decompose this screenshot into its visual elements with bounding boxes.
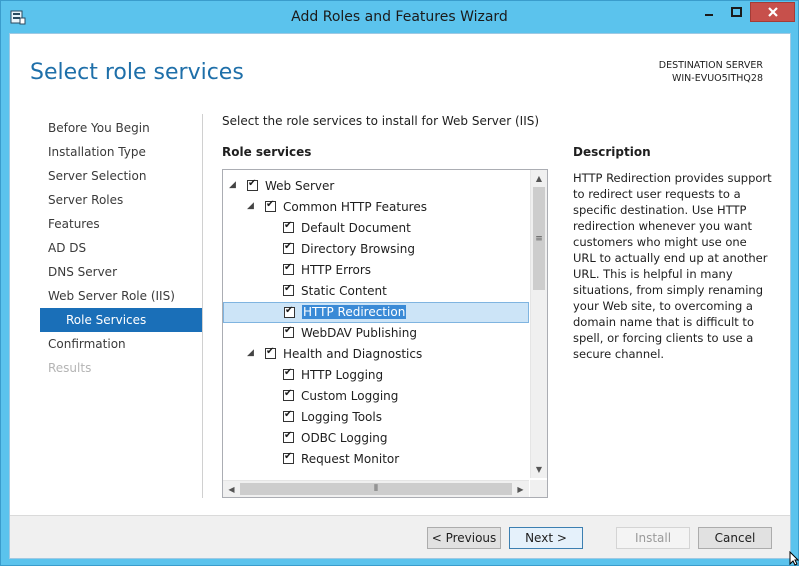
tree-item-label: Custom Logging <box>301 389 399 403</box>
nav-item-dns-server[interactable]: DNS Server <box>40 260 202 284</box>
nav-item-before-you-begin[interactable]: Before You Begin <box>40 116 202 140</box>
window-title: Add Roles and Features Wizard <box>291 9 508 25</box>
tree-row[interactable]: ◢ Web Server <box>223 176 529 197</box>
tree-row[interactable]: Directory Browsing <box>223 239 529 260</box>
destination-server-name: WIN-EVUO5ITHQ28 <box>671 73 763 84</box>
checkbox[interactable] <box>284 305 295 318</box>
scroll-up-button[interactable]: ▲ <box>531 170 547 187</box>
tree-row[interactable]: Default Document <box>223 218 529 239</box>
nav-item-confirmation[interactable]: Confirmation <box>40 332 202 356</box>
close-icon <box>767 7 778 17</box>
checkbox[interactable] <box>283 325 294 338</box>
scrollbar-corner <box>530 480 547 497</box>
tree-row[interactable]: WebDAV Publishing <box>223 323 529 344</box>
nav-item-server-selection[interactable]: Server Selection <box>40 164 202 188</box>
expand-arrow-icon[interactable]: ◢ <box>229 180 236 190</box>
minimize-icon <box>705 14 713 16</box>
wizard-footer: < Previous Next > Install Cancel <box>10 515 790 558</box>
cancel-button[interactable]: Cancel <box>698 527 772 549</box>
checkbox[interactable] <box>265 199 276 212</box>
mouse-cursor-icon <box>789 551 799 566</box>
tree-item-label: HTTP Logging <box>301 368 384 382</box>
horizontal-scroll-thumb[interactable]: ⦀ <box>240 483 512 495</box>
wizard-window: Add Roles and Features Wizard Select rol… <box>0 0 799 566</box>
close-button[interactable] <box>750 2 795 22</box>
tree-row[interactable]: Request Monitor <box>223 449 529 470</box>
checkbox[interactable] <box>283 262 294 275</box>
destination-server-info: DESTINATION SERVER WIN-EVUO5ITHQ28 <box>659 59 763 85</box>
wizard-content: Select role services DESTINATION SERVER … <box>9 33 791 559</box>
nav-divider <box>202 114 203 498</box>
tree-item-label: Default Document <box>301 221 411 235</box>
title-bar[interactable]: Add Roles and Features Wizard <box>1 1 798 33</box>
description-text: HTTP Redirection provides support to red… <box>573 171 772 361</box>
nav-item-features[interactable]: Features <box>40 212 202 236</box>
tree-item-label: Request Monitor <box>301 452 400 466</box>
tree-item-label: Health and Diagnostics <box>283 347 423 361</box>
role-services-heading: Role services <box>222 145 312 159</box>
page-title: Select role services <box>30 60 244 85</box>
tree-row[interactable]: Custom Logging <box>223 386 529 407</box>
chevron-right-icon: ▶ <box>517 485 524 494</box>
nav-item-installation-type[interactable]: Installation Type <box>40 140 202 164</box>
maximize-icon <box>730 7 742 17</box>
chevron-left-icon: ◀ <box>228 485 235 494</box>
tree-row[interactable]: ODBC Logging <box>223 428 529 449</box>
tree-item-label: Web Server <box>265 179 335 193</box>
tree-row[interactable]: HTTP Errors <box>223 260 529 281</box>
tree-viewport: ◢ Web Server ◢ Common HTTP Features Default … <box>223 170 529 478</box>
tree-item-label: WebDAV Publishing <box>301 326 417 340</box>
tree-row[interactable]: Logging Tools <box>223 407 529 428</box>
checkbox[interactable] <box>265 346 276 359</box>
vertical-scrollbar[interactable]: ▲ ≡ ▼ <box>530 170 547 478</box>
intro-text: Select the role services to install for … <box>222 114 540 128</box>
tree-row[interactable]: ◢ Health and Diagnostics <box>223 344 529 365</box>
next-button[interactable]: Next > <box>509 527 583 549</box>
vertical-scroll-thumb[interactable]: ≡ <box>533 187 545 290</box>
checkbox[interactable] <box>283 283 294 296</box>
tree-item-label: ODBC Logging <box>301 431 388 445</box>
tree-item-label: Directory Browsing <box>301 242 415 256</box>
tree-row[interactable]: HTTP Redirection <box>223 302 529 323</box>
scroll-right-button[interactable]: ▶ <box>512 481 529 497</box>
checkbox[interactable] <box>283 451 294 464</box>
grip-icon: ⦀ <box>374 484 378 494</box>
checkbox[interactable] <box>283 367 294 380</box>
role-services-tree[interactable]: ◢ Web Server ◢ Common HTTP Features Default … <box>222 169 548 498</box>
checkbox[interactable] <box>283 409 294 422</box>
destination-label: DESTINATION SERVER <box>658 60 763 71</box>
checkbox[interactable] <box>283 241 294 254</box>
maximize-button[interactable] <box>723 2 749 22</box>
install-button[interactable]: Install <box>616 527 690 549</box>
nav-item-web-server-role-iis[interactable]: Web Server Role (IIS) <box>40 284 202 308</box>
checkbox[interactable] <box>283 430 294 443</box>
tree-item-label: HTTP Errors <box>301 263 372 277</box>
checkbox[interactable] <box>283 388 294 401</box>
previous-button[interactable]: < Previous <box>427 527 501 549</box>
scroll-down-button[interactable]: ▼ <box>531 461 547 478</box>
expand-arrow-icon[interactable]: ◢ <box>247 201 254 211</box>
tree-item-label: Common HTTP Features <box>283 200 427 214</box>
tree-row[interactable]: ◢ Common HTTP Features <box>223 197 529 218</box>
horizontal-scrollbar[interactable]: ◀ ⦀ ▶ <box>223 480 529 497</box>
checkbox[interactable] <box>247 178 258 191</box>
chevron-up-icon: ▲ <box>535 174 543 183</box>
minimize-button[interactable] <box>696 2 722 22</box>
tree-item-label: Static Content <box>301 284 387 298</box>
nav-item-ad-ds[interactable]: AD DS <box>40 236 202 260</box>
tree-row[interactable]: HTTP Logging <box>223 365 529 386</box>
grip-icon: ≡ <box>535 233 543 244</box>
nav-item-results: Results <box>48 361 92 375</box>
expand-arrow-icon[interactable]: ◢ <box>247 348 254 358</box>
description-heading: Description <box>573 145 651 159</box>
wizard-nav: Before You Begin Installation Type Server … <box>40 116 202 380</box>
checkbox[interactable] <box>283 220 294 233</box>
chevron-down-icon: ▼ <box>535 465 543 474</box>
tree-row[interactable]: Static Content <box>223 281 529 302</box>
nav-item-role-services[interactable]: Role Services <box>40 308 202 332</box>
tree-item-label: HTTP Redirection <box>302 305 407 319</box>
nav-item-server-roles[interactable]: Server Roles <box>40 188 202 212</box>
tree-item-label: Logging Tools <box>301 410 382 424</box>
scroll-left-button[interactable]: ◀ <box>223 481 240 497</box>
